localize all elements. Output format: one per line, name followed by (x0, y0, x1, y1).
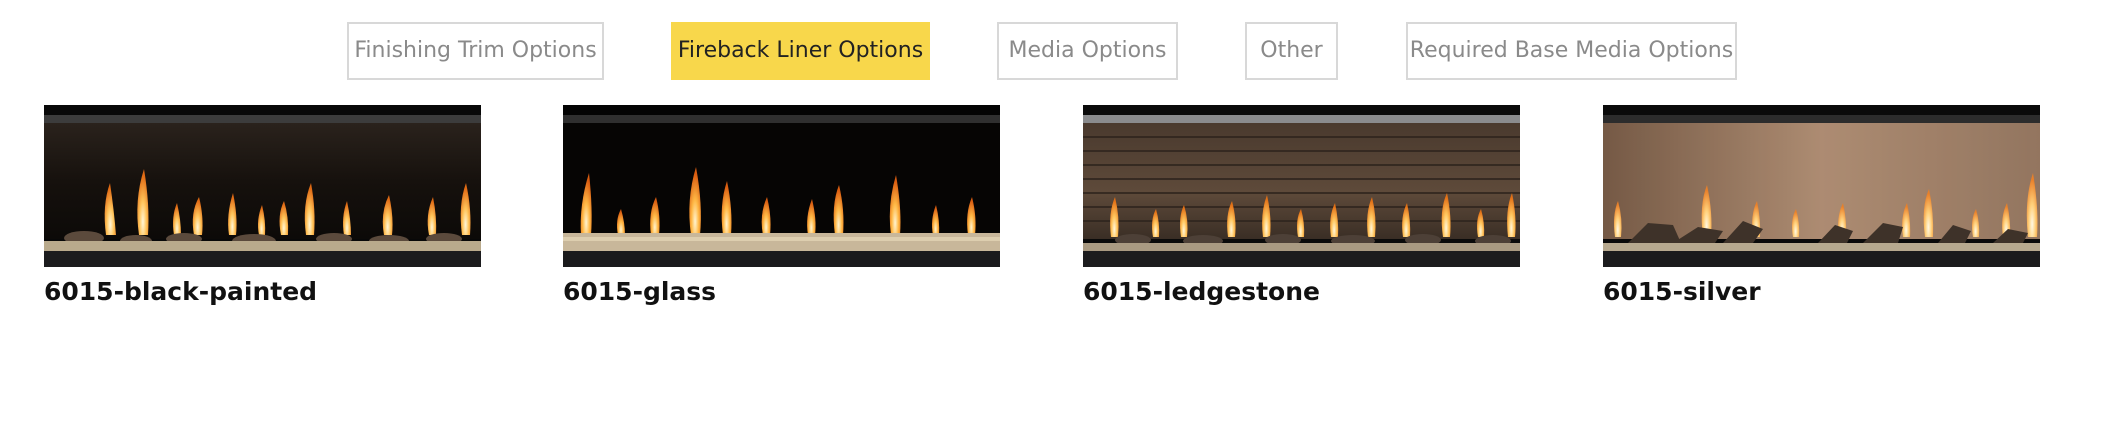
tab-finishing-trim-options[interactable]: Finishing Trim Options (347, 22, 604, 80)
liner-card-glass: 6015-glass (563, 105, 1000, 306)
liner-label[interactable]: 6015-black-painted (44, 277, 481, 306)
liner-card-ledgestone: 6015-ledgestone (1083, 105, 1520, 306)
fireplace-black-painted-image[interactable] (44, 105, 481, 267)
liner-label[interactable]: 6015-ledgestone (1083, 277, 1520, 306)
tab-fireback-liner-options[interactable]: Fireback Liner Options (671, 22, 930, 80)
liner-tabs: Finishing Trim Options Fireback Liner Op… (0, 22, 2106, 80)
tab-media-options[interactable]: Media Options (997, 22, 1178, 80)
fireplace-ledgestone-image[interactable] (1083, 105, 1520, 267)
liner-card-silver: 6015-silver (1603, 105, 2040, 306)
tab-required-base-media-options[interactable]: Required Base Media Options (1406, 22, 1737, 80)
fireplace-silver-image[interactable] (1603, 105, 2040, 267)
fireplace-glass-image[interactable] (563, 105, 1000, 267)
liner-card-black-painted: 6015-black-painted (44, 105, 481, 306)
liner-label[interactable]: 6015-silver (1603, 277, 2040, 306)
tab-other[interactable]: Other (1245, 22, 1338, 80)
liner-label[interactable]: 6015-glass (563, 277, 1000, 306)
